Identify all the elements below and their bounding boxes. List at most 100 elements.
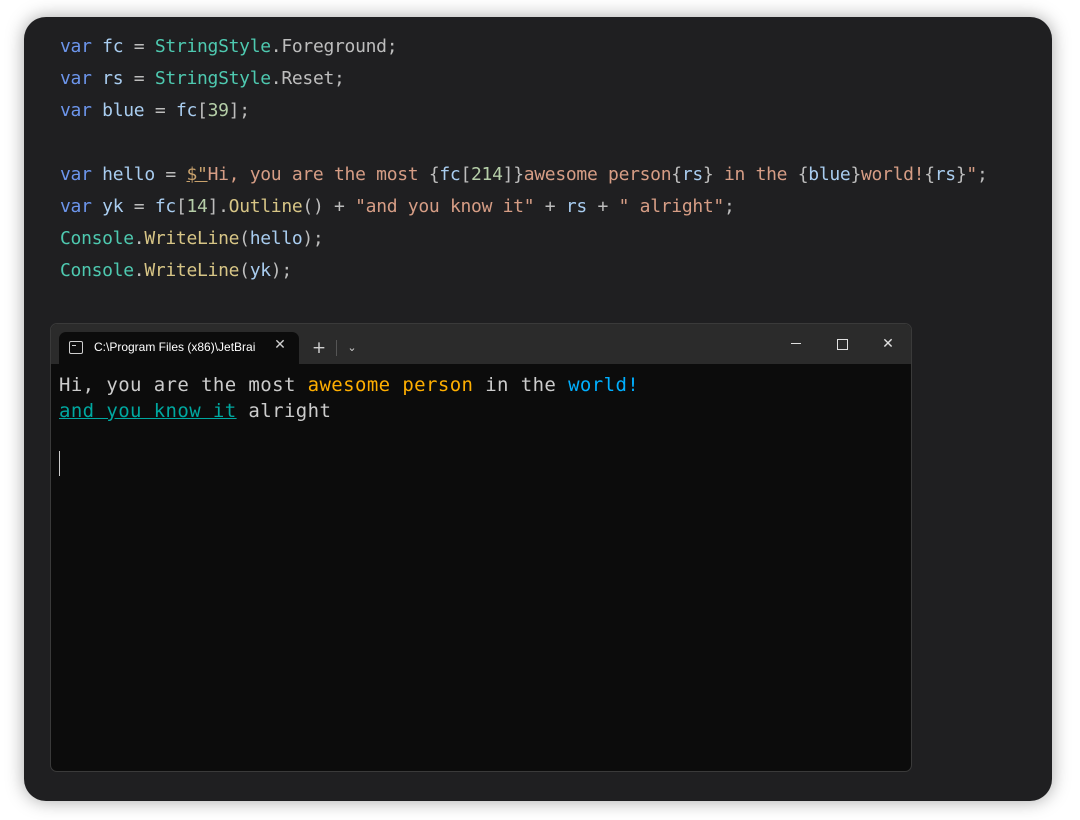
- output-text-outlined: and you know it: [59, 400, 237, 422]
- operator: =: [144, 100, 176, 121]
- string-literal: Hi, you are the most: [207, 164, 429, 185]
- punctuation: ]: [502, 164, 514, 185]
- string-literal: ": [966, 164, 977, 185]
- code-line-8: Console.WriteLine(yk);: [60, 255, 987, 287]
- punctuation: .: [270, 36, 282, 57]
- type-name: Console: [60, 228, 134, 249]
- operator: +: [586, 196, 619, 217]
- method-name: Outline: [228, 196, 303, 217]
- maximize-button[interactable]: [819, 330, 865, 358]
- code-line-7: Console.WriteLine(hello);: [60, 223, 987, 255]
- punctuation: ;: [976, 164, 988, 185]
- punctuation: (): [302, 196, 324, 217]
- brace: }: [850, 164, 861, 185]
- method-name: WriteLine: [144, 228, 240, 249]
- code-line-1: var fc = StringStyle.Foreground;: [60, 31, 987, 63]
- brace: {: [797, 164, 809, 185]
- code-line-5: var hello = $"Hi, you are the most {fc[2…: [60, 159, 988, 191]
- punctuation: [: [175, 196, 187, 217]
- string-literal: awesome person: [523, 164, 672, 185]
- output-text: Hi, you are the most: [59, 374, 308, 396]
- terminal-titlebar[interactable]: C:\Program Files (x86)\JetBrai ✕ + ⌄ ✕: [51, 324, 911, 364]
- close-icon[interactable]: ✕: [271, 336, 289, 354]
- identifier: blue: [102, 100, 145, 121]
- punctuation: ].: [207, 196, 229, 217]
- type-name: Console: [60, 260, 134, 281]
- operator: +: [323, 196, 356, 217]
- operator: =: [123, 196, 155, 217]
- string-literal: "and you know it": [355, 196, 535, 217]
- brace: }: [513, 164, 524, 185]
- code-line-2: var rs = StringStyle.Reset;: [60, 63, 987, 95]
- identifier: yk: [249, 260, 271, 281]
- brace: }: [955, 164, 967, 185]
- identifier: fc: [102, 36, 124, 57]
- brace: {: [671, 164, 682, 185]
- member: Foreground: [281, 36, 387, 57]
- identifier: hello: [102, 164, 155, 185]
- output-line-1: Hi, you are the most awesome person in t…: [59, 372, 639, 398]
- keyword: var: [60, 68, 92, 89]
- identifier: rs: [681, 164, 703, 185]
- minimize-icon: [791, 343, 801, 344]
- identifier: yk: [102, 196, 124, 217]
- output-text-blue: world!: [568, 374, 640, 396]
- minimize-button[interactable]: [773, 330, 819, 358]
- identifier: fc: [439, 164, 461, 185]
- brace: {: [924, 164, 935, 185]
- punctuation: ];: [228, 100, 250, 121]
- brace: }: [702, 164, 714, 185]
- number: 39: [207, 100, 229, 121]
- identifier: hello: [249, 228, 303, 249]
- plus-icon: +: [311, 338, 327, 358]
- operator: =: [123, 68, 155, 89]
- close-icon: ✕: [882, 336, 894, 352]
- identifier: rs: [934, 164, 956, 185]
- identifier: blue: [808, 164, 851, 185]
- terminal-tab[interactable]: C:\Program Files (x86)\JetBrai ✕: [59, 332, 299, 364]
- terminal-icon: [69, 341, 83, 354]
- identifier: rs: [102, 68, 124, 89]
- code-line-6: var yk = fc[14].Outline() + "and you kno…: [60, 191, 987, 223]
- tab-title: C:\Program Files (x86)\JetBrai: [94, 340, 256, 354]
- string-literal: world!: [860, 164, 925, 185]
- punctuation: (: [239, 228, 250, 249]
- output-text: in the: [473, 374, 569, 396]
- number: 14: [186, 196, 208, 217]
- identifier: fc: [154, 196, 176, 217]
- string-literal: " alright": [618, 196, 725, 217]
- operator: +: [534, 196, 566, 217]
- code-block: var fc = StringStyle.Foreground; var rs …: [60, 31, 988, 287]
- keyword: var: [60, 196, 92, 217]
- tab-dropdown-button[interactable]: ⌄: [338, 335, 366, 361]
- punctuation: ;: [386, 36, 398, 57]
- punctuation: [: [460, 164, 472, 185]
- terminal-window: C:\Program Files (x86)\JetBrai ✕ + ⌄ ✕ H…: [50, 323, 912, 772]
- code-line-3: var blue = fc[39];: [60, 95, 987, 127]
- console-output: Hi, you are the most awesome person in t…: [59, 372, 639, 424]
- operator: =: [123, 36, 155, 57]
- punctuation: ;: [334, 68, 345, 89]
- operator: =: [154, 164, 187, 185]
- text-cursor: [59, 451, 60, 476]
- keyword: var: [60, 164, 92, 185]
- brace: {: [428, 164, 440, 185]
- close-button[interactable]: ✕: [865, 330, 911, 358]
- tab-divider: [336, 340, 337, 356]
- new-tab-button[interactable]: +: [303, 335, 335, 361]
- interpolated-string-prefix: $": [186, 164, 208, 185]
- output-text-orange: awesome person: [307, 374, 474, 396]
- identifier: rs: [565, 196, 587, 217]
- identifier: fc: [175, 100, 198, 121]
- type-name: StringStyle: [154, 68, 271, 89]
- punctuation: ;: [723, 196, 735, 217]
- keyword: var: [60, 36, 92, 57]
- punctuation: (: [239, 260, 250, 281]
- punctuation: .: [133, 260, 145, 281]
- chevron-down-icon: ⌄: [347, 341, 357, 354]
- output-line-2: and you know it alright: [59, 398, 639, 424]
- number: 214: [471, 164, 503, 185]
- output-text: alright: [236, 400, 332, 422]
- punctuation: );: [302, 228, 324, 249]
